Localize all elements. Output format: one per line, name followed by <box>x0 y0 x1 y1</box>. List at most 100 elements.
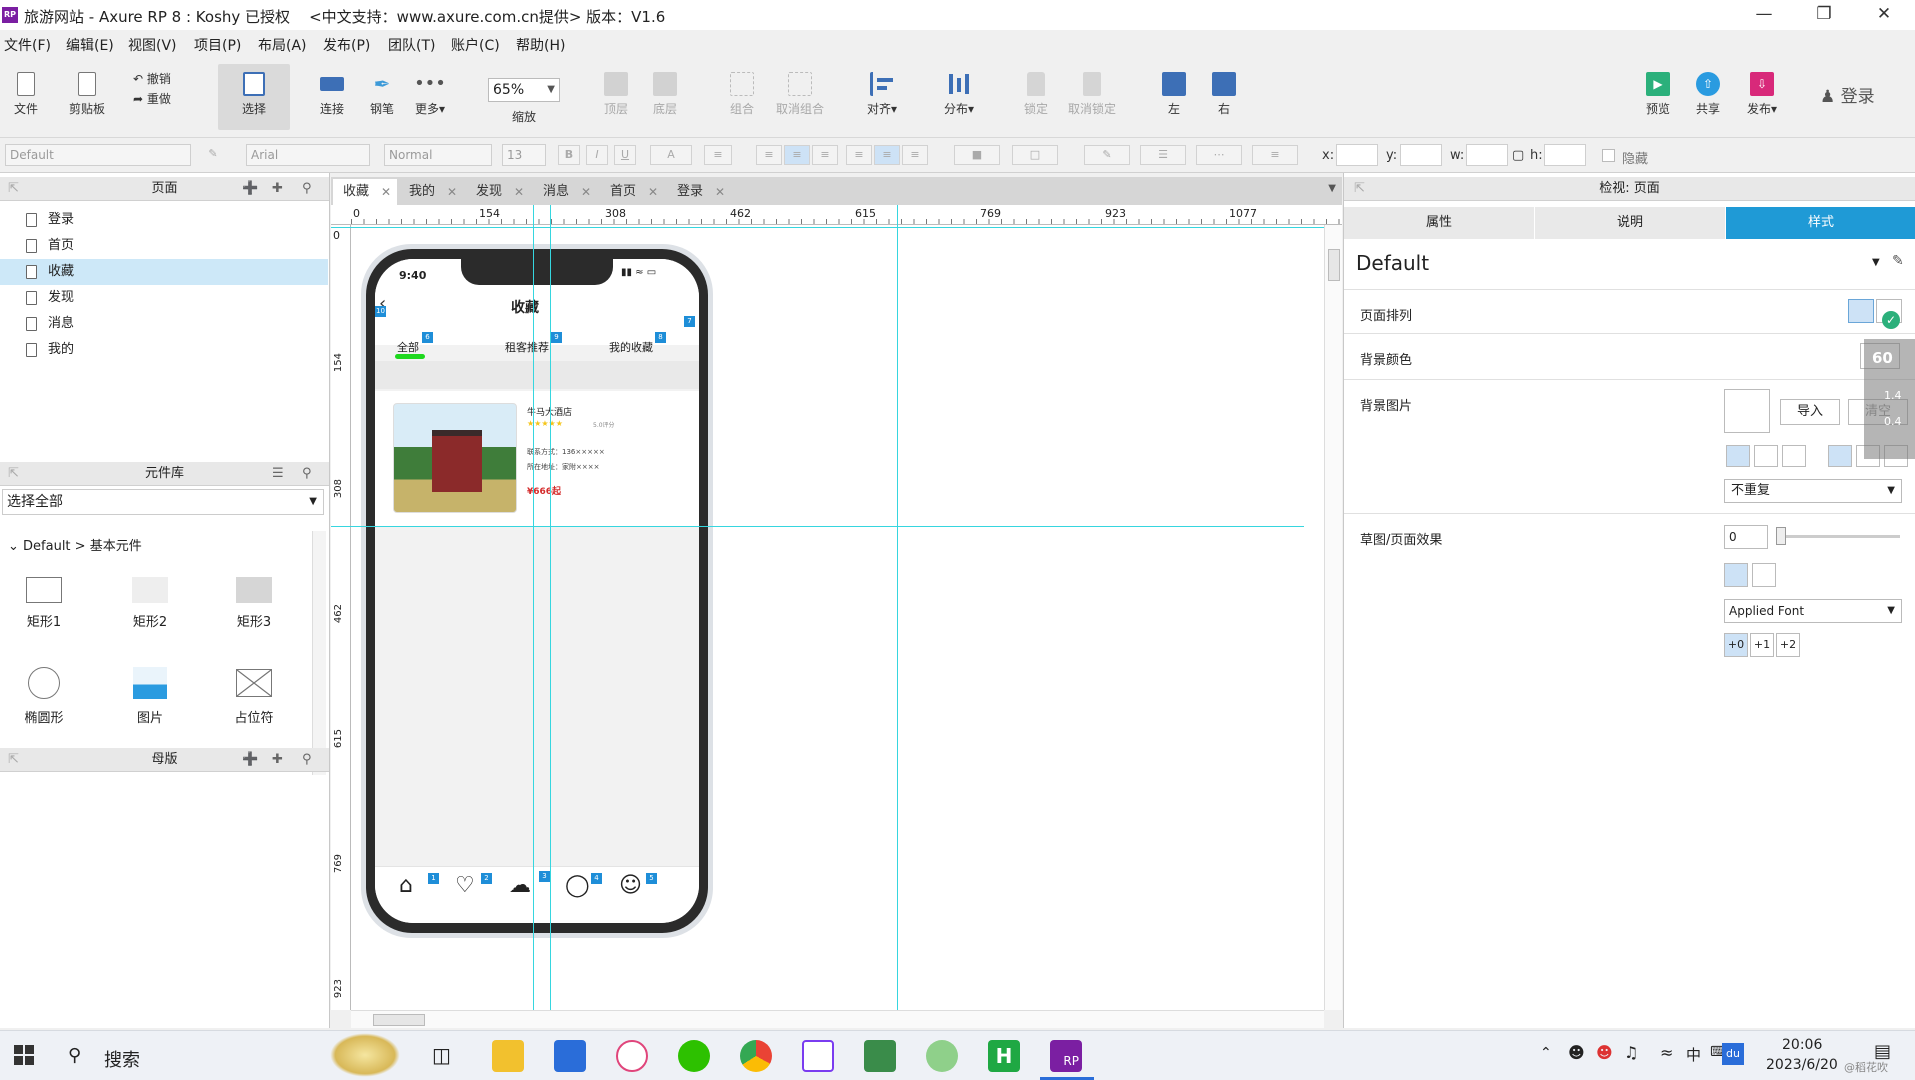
close-icon[interactable]: ✕ <box>447 179 457 205</box>
align-button[interactable]: 对齐▾ <box>860 72 904 117</box>
baidu-input-icon[interactable]: du <box>1722 1043 1744 1065</box>
line-width-plus1[interactable]: +1 <box>1750 633 1774 657</box>
style-edit-icon[interactable]: ✎ <box>204 145 222 165</box>
import-button[interactable]: 导入 <box>1780 399 1840 425</box>
search-icon[interactable]: ⚲ <box>302 462 312 486</box>
chat-app-icon[interactable] <box>926 1040 958 1072</box>
lock-ratio-icon[interactable]: ▢ <box>1512 148 1524 163</box>
widget-rect3[interactable]: 矩形3 <box>214 577 294 630</box>
widget-ellipse[interactable]: 椭圆形 <box>4 667 84 726</box>
align-center-icon[interactable]: ≡ <box>784 145 810 165</box>
shadow-icon[interactable]: □ <box>1012 145 1058 165</box>
add-folder-icon[interactable]: ✚ <box>272 748 283 772</box>
image-align-icon[interactable] <box>1754 445 1778 467</box>
restore-button[interactable]: ❐ <box>1795 0 1853 30</box>
edit-style-icon[interactable]: ✎ <box>1892 253 1904 269</box>
mail-icon[interactable] <box>554 1040 586 1072</box>
line-width-icon[interactable]: ☰ <box>1140 145 1186 165</box>
tab-mine[interactable]: 我的 ✕ <box>399 179 463 205</box>
line-width-plus2[interactable]: +2 <box>1776 633 1800 657</box>
add-folder-icon[interactable]: ✚ <box>272 177 283 201</box>
repeat-select[interactable]: 不重复 ▼ <box>1724 479 1902 503</box>
w-input[interactable] <box>1466 144 1508 166</box>
group-button[interactable]: 组合 <box>722 72 762 117</box>
align-left-icon[interactable]: ≡ <box>756 145 782 165</box>
design-canvas[interactable]: 9:40 ▮▮ ≈ ▭ ‹ 收藏 全部 租客推荐 我的收藏 牛马大酒店 ★★★★… <box>331 205 1324 1010</box>
unlock-button[interactable]: 取消锁定 <box>1064 72 1120 117</box>
taskbar-search[interactable]: ⚲ 搜索 <box>60 1033 400 1077</box>
chevron-up-icon[interactable]: ⌃ <box>1540 1045 1552 1061</box>
wechat-work-icon[interactable] <box>864 1040 896 1072</box>
guide-line[interactable] <box>533 205 534 1010</box>
select-mode-button[interactable]: 选择 <box>218 64 290 130</box>
clipboard-button[interactable]: 剪贴板 <box>66 72 108 117</box>
arrow-style-icon[interactable]: ≡ <box>1252 145 1298 165</box>
library-group-header[interactable]: ⌄ Default > 基本元件 <box>8 535 142 554</box>
page-item-discover[interactable]: 发现 <box>0 285 328 311</box>
h-input[interactable] <box>1544 144 1586 166</box>
close-icon[interactable]: ✕ <box>715 179 725 205</box>
bg-image-preview[interactable] <box>1724 389 1770 433</box>
close-icon[interactable]: ✕ <box>648 179 658 205</box>
menu-edit[interactable]: 编辑(E) <box>66 35 114 55</box>
menu-layout[interactable]: 布局(A) <box>258 35 307 55</box>
undo-button[interactable]: ↶ 撤销 <box>133 70 185 87</box>
scroll-thumb[interactable] <box>373 1014 425 1026</box>
image-valign-icon[interactable] <box>1828 445 1852 467</box>
page-item-login[interactable]: 登录 <box>0 207 328 233</box>
pixso-icon[interactable] <box>802 1040 834 1072</box>
bottom-layer-button[interactable]: 底层 <box>645 72 685 117</box>
widget-placeholder[interactable]: 占位符 <box>214 667 294 726</box>
tab-favorites[interactable]: 收藏 ✕ <box>333 179 397 205</box>
task-view-icon[interactable]: ◫ <box>432 1043 451 1067</box>
menu-project[interactable]: 项目(P) <box>194 35 241 55</box>
image-align-icon[interactable] <box>1726 445 1750 467</box>
tab-messages[interactable]: 消息 ✕ <box>533 179 597 205</box>
clock-time[interactable]: 20:06 <box>1782 1037 1822 1053</box>
page-item-mine[interactable]: 我的 <box>0 337 328 363</box>
menu-account[interactable]: 账户(C) <box>451 35 500 55</box>
message-icon[interactable]: ◯ <box>565 873 590 898</box>
lock-button[interactable]: 锁定 <box>1016 72 1056 117</box>
scroll-thumb[interactable] <box>1328 249 1340 281</box>
chrome-icon[interactable] <box>740 1040 772 1072</box>
widget-rect1[interactable]: 矩形1 <box>4 577 84 630</box>
menu-publish[interactable]: 发布(P) <box>323 35 370 55</box>
color-mode-icon[interactable] <box>1724 563 1748 587</box>
y-input[interactable] <box>1400 144 1442 166</box>
hidden-checkbox[interactable] <box>1602 149 1615 162</box>
collapse-icon[interactable]: ⇱ <box>8 748 19 772</box>
menu-icon[interactable]: ☰ <box>272 462 284 486</box>
guide-line[interactable] <box>331 526 1304 527</box>
font-color-icon[interactable]: A <box>650 145 692 165</box>
library-scrollbar[interactable] <box>312 531 326 775</box>
align-top-icon[interactable]: ≡ <box>846 145 872 165</box>
wechat-icon[interactable] <box>678 1040 710 1072</box>
home-icon[interactable]: ⌂ <box>399 873 413 898</box>
discover-icon[interactable]: ☁ <box>509 873 531 898</box>
menu-view[interactable]: 视图(V) <box>128 35 177 55</box>
close-button[interactable]: ✕ <box>1855 0 1913 30</box>
collapse-icon[interactable]: ⇱ <box>8 177 19 201</box>
font-size-select[interactable]: 13 <box>502 144 546 166</box>
canvas-vertical-scrollbar[interactable] <box>1324 225 1342 1010</box>
ungroup-button[interactable]: 取消组合 <box>768 72 832 117</box>
file-button[interactable]: 文件 <box>6 72 46 117</box>
top-layer-button[interactable]: 顶层 <box>596 72 636 117</box>
italic-icon[interactable]: I <box>586 145 608 165</box>
tab-login[interactable]: 登录 ✕ <box>667 179 731 205</box>
zoom-select[interactable]: 65% ▼ <box>488 78 560 102</box>
redo-button[interactable]: ➦ 重做 <box>133 90 185 107</box>
qq-alert-icon[interactable]: ☻ <box>1596 1043 1613 1062</box>
phone-tab-all[interactable]: 全部 <box>397 339 419 355</box>
menu-help[interactable]: 帮助(H) <box>516 35 565 55</box>
publish-button[interactable]: ⇩ 发布▾ <box>1740 72 1784 117</box>
inspector-tab-style[interactable]: 样式 <box>1726 207 1915 239</box>
volume-icon[interactable]: ♫ <box>1624 1043 1638 1062</box>
search-icon[interactable]: ⚲ <box>302 748 312 772</box>
line-width-plus0[interactable]: +0 <box>1724 633 1748 657</box>
file-explorer-icon[interactable] <box>492 1040 524 1072</box>
tab-home[interactable]: 首页 ✕ <box>600 179 664 205</box>
page-item-favorites[interactable]: 收藏 <box>0 259 328 285</box>
align-bottom-icon[interactable]: ≡ <box>902 145 928 165</box>
